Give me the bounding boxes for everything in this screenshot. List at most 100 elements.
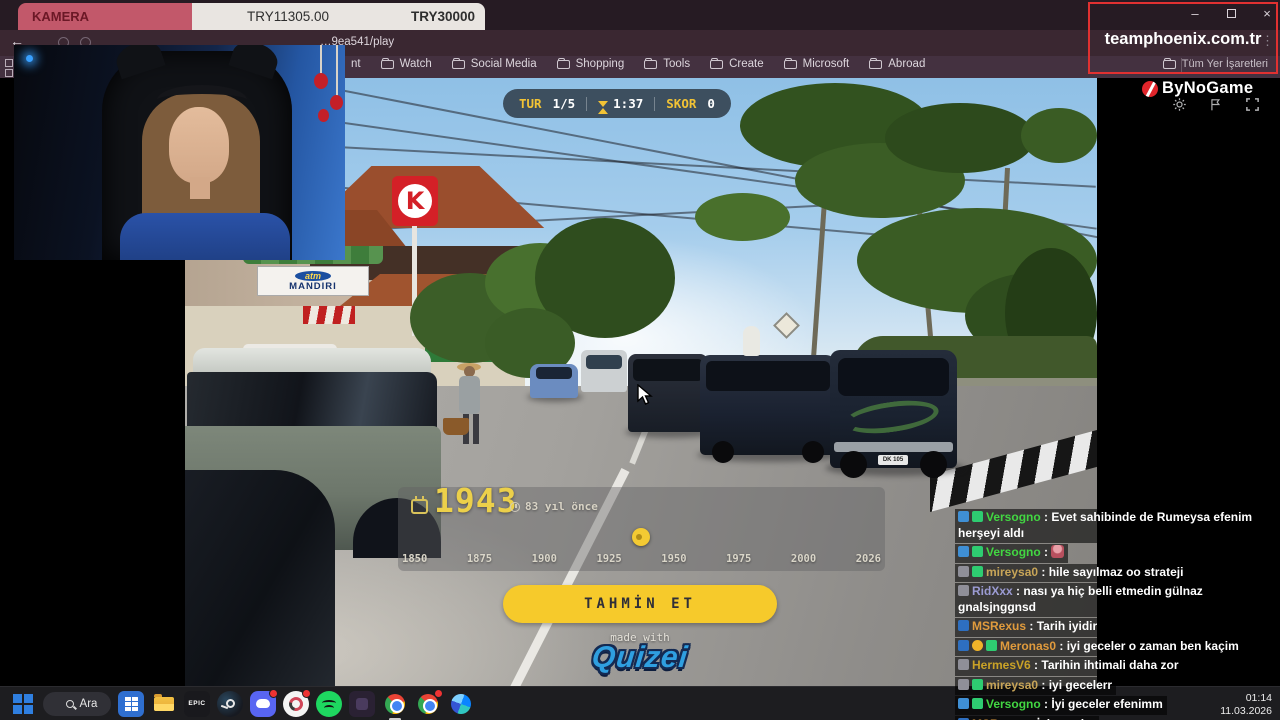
minimize-icon[interactable]: –: [1188, 6, 1202, 21]
game-hud: TUR 1/5 1:37 SKOR 0: [503, 89, 731, 118]
file-explorer-icon[interactable]: [151, 691, 177, 717]
pinwheel-app-icon[interactable]: [448, 690, 474, 717]
chat-text: İyi geceler: [1037, 717, 1096, 720]
folder-icon: [556, 57, 570, 69]
chat-text: Tarih iyidir: [1036, 619, 1098, 633]
clock-date: 11.03.2026: [1220, 704, 1272, 717]
timer-value: 1:37: [613, 96, 644, 111]
guess-button[interactable]: TAHMİN ET: [503, 585, 777, 623]
parked-suv: [700, 355, 836, 463]
search-label: Ara: [79, 697, 98, 710]
chat-message: Versogno :: [955, 544, 1069, 563]
chrome-icon[interactable]: [382, 691, 408, 720]
flag-icon[interactable]: [1209, 97, 1223, 117]
round-value: 1/5: [552, 96, 576, 111]
foreground-suv: [193, 348, 431, 374]
chat-message: mireysa0 : hile sayılmaz oo strateji: [955, 563, 1188, 582]
chat-message: mireysa0 : iyi gecelerr: [955, 676, 1117, 695]
sub-badge-icon: [972, 565, 983, 577]
bookmark-item[interactable]: Microsoft: [783, 57, 849, 70]
chat-username[interactable]: MSRexus: [972, 717, 1026, 720]
circle-k-sign: K: [392, 176, 438, 226]
parked-jeep: DK 105: [830, 350, 957, 478]
donation-bar: TRY11305.00 TRY30000: [192, 3, 485, 30]
sidebar-toggle-icon[interactable]: [5, 59, 13, 67]
gray-badge-icon: [958, 678, 969, 690]
chat-username[interactable]: mireysa0: [986, 678, 1038, 692]
bookmark-item[interactable]: Watch: [380, 57, 432, 70]
steam-icon[interactable]: [217, 690, 243, 717]
chat-message: Meronas0 : iyi geceler o zaman ben kaçim: [955, 637, 1243, 656]
gray-badge-icon: [958, 585, 969, 596]
pic2-badge-icon: [958, 639, 969, 651]
medal-app-icon[interactable]: [349, 690, 375, 717]
chat-username[interactable]: Versogno: [986, 545, 1041, 559]
round-label: TUR: [519, 96, 542, 111]
chat-username[interactable]: MSRexus: [972, 619, 1026, 633]
bookmark-item[interactable]: Create: [710, 57, 764, 70]
clock-icon: [510, 501, 520, 512]
folder-icon: [380, 57, 394, 69]
sub-badge-icon: [972, 546, 983, 557]
white-statue: [743, 326, 760, 356]
chat-message: MSRexus : Tarih iyidir: [955, 618, 1102, 637]
close-icon[interactable]: ×: [1260, 6, 1274, 21]
clock-time: 01:14: [1245, 692, 1272, 704]
year-value: 1943: [434, 481, 518, 520]
bookmark-item[interactable]: Social Media: [451, 57, 537, 70]
fullscreen-icon[interactable]: [1245, 97, 1260, 117]
sub-badge-icon: [972, 511, 983, 522]
camera-tab[interactable]: KAMERA: [18, 3, 192, 30]
timeline-year-label: 1925: [596, 553, 622, 565]
score-label: SKOR: [666, 96, 697, 111]
folder-icon: [783, 57, 797, 69]
donation-goal: TRY30000: [410, 9, 475, 24]
chat-username[interactable]: HermesV6: [972, 658, 1031, 672]
timeline-year-label: 1975: [726, 553, 752, 565]
bookmark-item[interactable]: Abroad: [869, 57, 925, 70]
chat-username[interactable]: Versogno: [986, 697, 1041, 711]
chat-message: RidXxx : nası ya hiç belli etmedin gülna…: [955, 583, 1280, 617]
chat-text: İyi geceler efenimm: [1051, 697, 1163, 711]
bookmarks-list: nt Watch Social Media Shopping Tools Create Mi…: [332, 57, 925, 70]
bookmark-item[interactable]: Shopping: [556, 57, 624, 70]
silver-van: [581, 350, 627, 392]
timeline-year-label: 1950: [661, 553, 687, 565]
bynogame-logo: ByNoGame: [1142, 79, 1253, 98]
folder-icon: [710, 57, 724, 69]
taskbar-clock[interactable]: 01:14 11.03.2026: [1220, 692, 1272, 717]
pic2-badge-icon: [958, 620, 969, 631]
start-button[interactable]: [10, 691, 36, 717]
gray-badge-icon: [958, 659, 969, 670]
chat-username[interactable]: RidXxx: [972, 584, 1013, 598]
year-slider-handle[interactable]: [632, 528, 650, 546]
chat-username[interactable]: Meronas0: [1000, 639, 1056, 653]
timeline-year-label: 1875: [466, 553, 493, 565]
spotify-icon[interactable]: [316, 690, 342, 717]
kebab-menu-icon[interactable]: ⋮: [1261, 33, 1274, 49]
chat-text: Tarihin ihtimali daha zor: [1041, 658, 1179, 672]
sub-badge-icon: [972, 678, 983, 690]
bookmark-item[interactable]: Tools: [644, 57, 690, 70]
tab-group-icon[interactable]: [5, 69, 13, 77]
calculator-app-icon[interactable]: [118, 690, 144, 717]
timeline-year-label: 1900: [531, 553, 557, 565]
epic-games-icon[interactable]: EPIC: [184, 690, 210, 717]
chat-message: MSRexus : İyi geceler: [955, 715, 1100, 720]
timeline-labels: 1850 1875 1900 1925 1950 1975 2000 2026: [402, 553, 881, 565]
blue-sweater: [120, 213, 290, 260]
chrome-profile2-icon[interactable]: [415, 688, 443, 717]
search-bar[interactable]: Ara: [43, 691, 111, 716]
osu-icon[interactable]: [283, 688, 311, 717]
chat-username[interactable]: Versogno: [986, 510, 1041, 524]
pic-badge-icon: [958, 546, 969, 557]
restore-icon[interactable]: [1224, 6, 1238, 21]
site-overlay-text: teamphoenix.com.tr: [1104, 30, 1262, 48]
discord-icon[interactable]: [250, 688, 278, 717]
chat-message: HermesV6 : Tarihin ihtimali daha zor: [955, 657, 1183, 676]
timer-icon: [598, 100, 609, 114]
donation-current: TRY11305.00: [247, 9, 330, 24]
gear-icon[interactable]: [1172, 97, 1187, 117]
chat-username[interactable]: mireysa0: [986, 565, 1038, 579]
pic-badge-icon: [958, 698, 969, 709]
